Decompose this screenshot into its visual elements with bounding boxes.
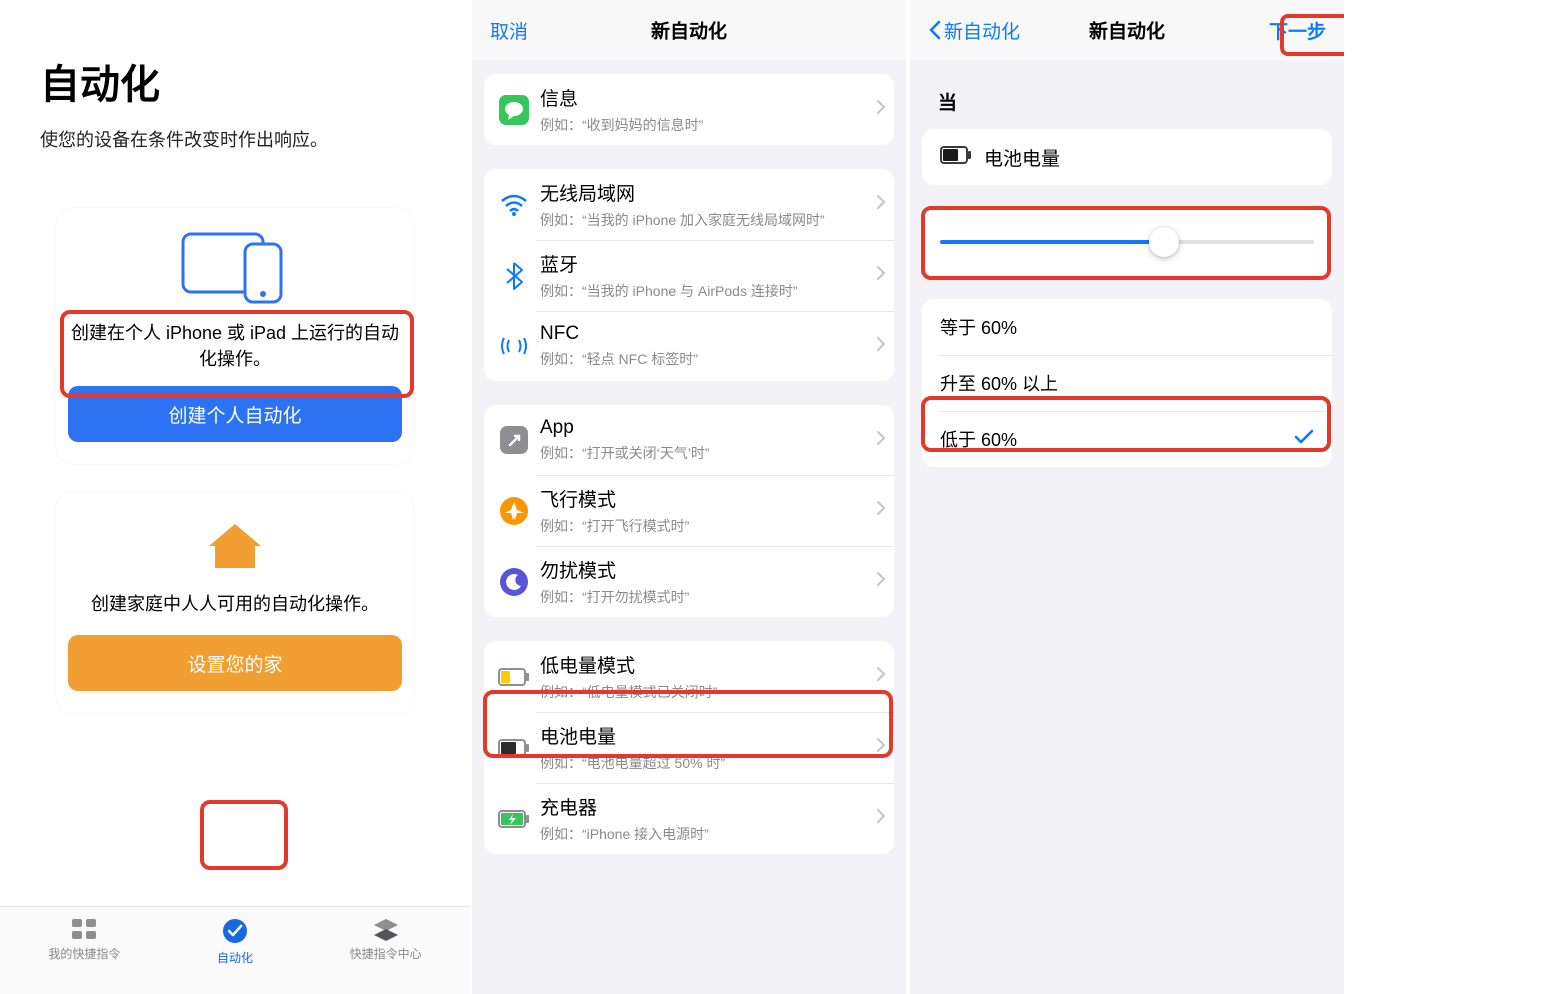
highlight-automation-tab: [200, 800, 288, 870]
slider-fill: [940, 240, 1164, 244]
moon-icon: [496, 564, 532, 600]
nav-bar: 取消 新自动化: [472, 0, 906, 60]
page-title: 自动化: [40, 52, 470, 110]
tab-label: 快捷指令中心: [350, 945, 422, 962]
condition-rises-above[interactable]: 升至 60% 以上: [922, 355, 1332, 411]
section-when-label: 当: [938, 88, 1344, 115]
nav-title: 新自动化: [651, 17, 727, 44]
chevron-right-icon: [876, 265, 886, 286]
nfc-icon: [496, 328, 532, 364]
trigger-airplane-mode[interactable]: 飞行模式 例如：“打开飞行模式时”: [484, 475, 894, 546]
row-title: NFC: [540, 323, 876, 345]
tab-automation[interactable]: 自动化: [217, 917, 253, 966]
clock-check-icon: [221, 917, 249, 945]
trigger-nfc[interactable]: NFC 例如：“轻点 NFC 标签时”: [484, 311, 894, 381]
row-title: 勿扰模式: [540, 556, 876, 583]
trigger-app[interactable]: App 例如：“打开或关闭‘天气’时”: [484, 405, 894, 475]
row-subtitle: 例如：“当我的 iPhone 加入家庭无线局域网时”: [540, 210, 876, 230]
tab-gallery[interactable]: 快捷指令中心: [350, 917, 422, 962]
row-subtitle: 例如：“低电量模式已关闭时”: [540, 682, 876, 702]
row-title: 信息: [540, 84, 876, 111]
home-automation-card: 创建家庭中人人可用的自动化操作。 设置您的家: [56, 492, 414, 713]
wifi-icon: [496, 187, 532, 223]
row-title: 电池电量: [540, 722, 876, 749]
trigger-do-not-disturb[interactable]: 勿扰模式 例如：“打开勿扰模式时”: [484, 546, 894, 617]
checkmark-icon: [1294, 429, 1314, 450]
chevron-left-icon: [928, 20, 941, 40]
row-subtitle: 例如：“当我的 iPhone 与 AirPods 连接时”: [540, 281, 876, 301]
battery-percent-slider[interactable]: [922, 209, 1332, 275]
create-personal-automation-button[interactable]: 创建个人自动化: [68, 386, 402, 442]
chevron-right-icon: [876, 571, 886, 592]
row-subtitle: 例如：“打开或关闭‘天气’时”: [540, 443, 876, 463]
condition-falls-below[interactable]: 低于 60%: [922, 411, 1332, 467]
next-button[interactable]: 下一步: [1269, 17, 1326, 44]
battery-icon: [940, 146, 972, 169]
back-button[interactable]: 新自动化: [928, 17, 1020, 44]
trigger-charger[interactable]: 充电器 例如：“iPhone 接入电源时”: [484, 783, 894, 854]
screen-automation-home: 自动化 使您的设备在条件改变时作出响应。 创建在个人 iPhone 或 iPad…: [0, 0, 470, 994]
personal-automation-card: 创建在个人 iPhone 或 iPad 上运行的自动化操作。 创建个人自动化: [56, 208, 414, 464]
trigger-low-power-mode[interactable]: 低电量模式 例如：“低电量模式已关闭时”: [484, 641, 894, 712]
trigger-battery-level[interactable]: 电池电量 例如：“电池电量超过 50% 时”: [484, 712, 894, 783]
row-title: 无线局域网: [540, 179, 876, 206]
condition-equals[interactable]: 等于 60%: [922, 299, 1332, 355]
devices-icon: [175, 226, 295, 306]
nav-title: 新自动化: [1089, 17, 1165, 44]
row-title: 飞行模式: [540, 485, 876, 512]
slider-thumb[interactable]: [1149, 227, 1179, 257]
back-label: 新自动化: [944, 17, 1020, 44]
chevron-right-icon: [876, 808, 886, 829]
battery-icon: [496, 730, 532, 766]
selected-trigger-label: 电池电量: [984, 144, 1060, 171]
app-icon: [496, 422, 532, 458]
nav-bar: 新自动化 新自动化 下一步: [910, 0, 1344, 60]
selected-trigger-row: 电池电量: [922, 129, 1332, 185]
row-subtitle: 例如：“收到妈妈的信息时”: [540, 115, 876, 135]
condition-label: 升至 60% 以上: [940, 370, 1314, 396]
row-subtitle: 例如：“轻点 NFC 标签时”: [540, 349, 876, 369]
page-subtitle: 使您的设备在条件改变时作出响应。: [40, 126, 470, 152]
messages-icon: [496, 92, 532, 128]
row-subtitle: 例如：“打开勿扰模式时”: [540, 587, 876, 607]
chevron-right-icon: [876, 666, 886, 687]
grid-icon: [70, 917, 98, 941]
screen-battery-level-config: 新自动化 新自动化 下一步 当 电池电量 等于 60% 升至 60%: [910, 0, 1344, 994]
stack-icon: [372, 917, 400, 941]
chevron-right-icon: [876, 430, 886, 451]
row-title: 蓝牙: [540, 250, 876, 277]
home-automation-description: 创建家庭中人人可用的自动化操作。: [91, 591, 379, 617]
tab-bar: 我的快捷指令 自动化 快捷指令中心: [0, 906, 470, 994]
row-title: 低电量模式: [540, 651, 876, 678]
row-subtitle: 例如：“电池电量超过 50% 时”: [540, 753, 876, 773]
battery-low-icon: [496, 659, 532, 695]
chevron-right-icon: [876, 194, 886, 215]
setup-home-button[interactable]: 设置您的家: [68, 635, 402, 691]
trigger-wifi[interactable]: 无线局域网 例如：“当我的 iPhone 加入家庭无线局域网时”: [484, 169, 894, 240]
trigger-bluetooth[interactable]: 蓝牙 例如：“当我的 iPhone 与 AirPods 连接时”: [484, 240, 894, 311]
screen-new-automation-triggers: 取消 新自动化 信息 例如：“收到妈妈的信息时” 无线局域网: [472, 0, 906, 994]
trigger-messages[interactable]: 信息 例如：“收到妈妈的信息时”: [484, 74, 894, 145]
cancel-button[interactable]: 取消: [490, 17, 528, 44]
row-title: 充电器: [540, 793, 876, 820]
row-title: App: [540, 417, 876, 439]
chevron-right-icon: [876, 99, 886, 120]
tab-label: 自动化: [217, 949, 253, 966]
chevron-right-icon: [876, 336, 886, 357]
row-subtitle: 例如：“打开飞行模式时”: [540, 516, 876, 536]
condition-label: 等于 60%: [940, 314, 1314, 340]
condition-label: 低于 60%: [940, 426, 1294, 452]
airplane-icon: [496, 493, 532, 529]
tab-my-shortcuts[interactable]: 我的快捷指令: [48, 917, 120, 962]
chevron-right-icon: [876, 500, 886, 521]
row-subtitle: 例如：“iPhone 接入电源时”: [540, 824, 876, 844]
home-icon: [205, 520, 265, 577]
chevron-right-icon: [876, 737, 886, 758]
tab-label: 我的快捷指令: [48, 945, 120, 962]
personal-automation-description: 创建在个人 iPhone 或 iPad 上运行的自动化操作。: [68, 320, 402, 372]
bluetooth-icon: [496, 258, 532, 294]
battery-charging-icon: [496, 801, 532, 837]
